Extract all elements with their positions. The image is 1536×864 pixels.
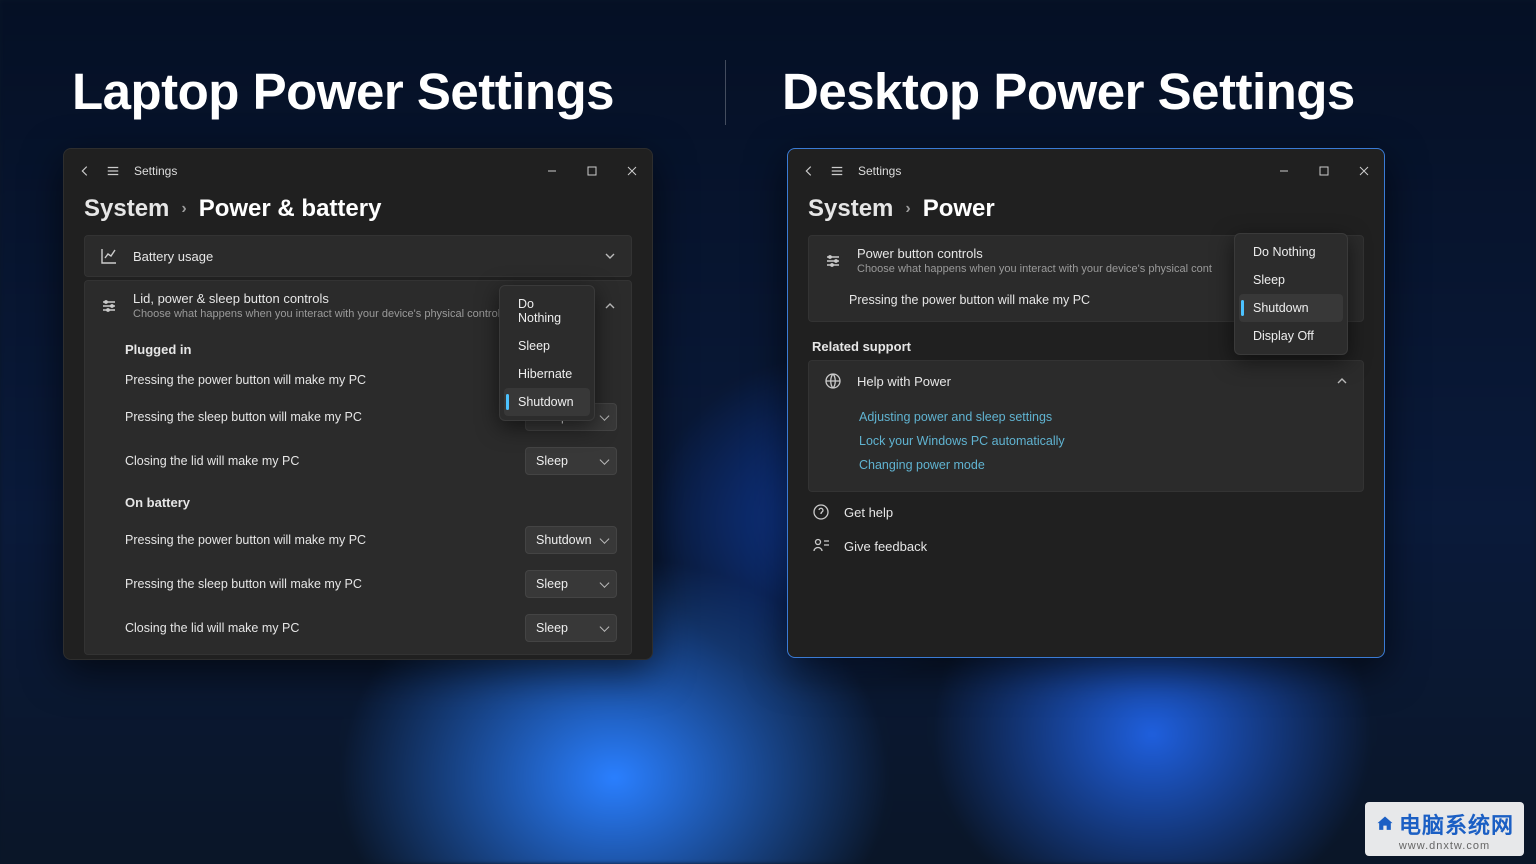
sliders-icon	[99, 296, 119, 316]
titlebar: Settings	[64, 149, 652, 193]
window-title: Settings	[134, 164, 177, 178]
dropdown-option-hibernate[interactable]: Hibernate	[504, 360, 590, 388]
dropdown-option-sleep[interactable]: Sleep	[504, 332, 590, 360]
dropdown-option-shutdown[interactable]: Shutdown	[1239, 294, 1343, 322]
select-battery-sleep[interactable]: Sleep	[525, 570, 617, 598]
help-links: Adjusting power and sleep settings Lock …	[809, 401, 1363, 491]
related-support-label: Related support	[84, 658, 632, 660]
feedback-icon	[812, 537, 830, 555]
row-battery-sleep-button: Pressing the sleep button will make my P…	[85, 562, 631, 606]
close-button[interactable]	[612, 156, 652, 186]
battery-usage-card[interactable]: Battery usage	[84, 235, 632, 277]
chevron-right-icon: ›	[905, 200, 910, 218]
dropdown-option-sleep[interactable]: Sleep	[1239, 266, 1343, 294]
power-action-dropdown[interactable]: Do Nothing Sleep Shutdown Display Off	[1234, 233, 1348, 355]
breadcrumb-parent[interactable]: System	[84, 195, 169, 223]
dropdown-option-display-off[interactable]: Display Off	[1239, 322, 1343, 350]
give-feedback-link[interactable]: Give feedback	[808, 529, 1364, 563]
help-icon	[812, 503, 830, 521]
minimize-button[interactable]	[1264, 156, 1304, 186]
chevron-right-icon: ›	[181, 200, 186, 218]
select-battery-lid[interactable]: Sleep	[525, 614, 617, 642]
dropdown-option-do-nothing[interactable]: Do Nothing	[1239, 238, 1343, 266]
menu-button[interactable]	[826, 160, 848, 182]
lid-power-sleep-controls-card[interactable]: Lid, power & sleep button controls Choos…	[84, 280, 632, 655]
breadcrumb: System › Power	[788, 193, 1384, 235]
watermark: 电脑系统网 www.dnxtw.com	[1365, 802, 1524, 856]
power-action-dropdown[interactable]: Do Nothing Sleep Hibernate Shutdown	[499, 285, 595, 421]
back-button[interactable]	[74, 160, 96, 182]
dropdown-option-do-nothing[interactable]: Do Nothing	[504, 290, 590, 332]
minimize-button[interactable]	[532, 156, 572, 186]
back-button[interactable]	[798, 160, 820, 182]
chart-icon	[99, 246, 119, 266]
select-battery-power[interactable]: Shutdown	[525, 526, 617, 554]
maximize-button[interactable]	[572, 156, 612, 186]
globe-icon	[823, 371, 843, 391]
window-title: Settings	[858, 164, 901, 178]
sliders-icon	[823, 251, 843, 271]
breadcrumb: System › Power & battery	[64, 193, 652, 235]
headline-laptop: Laptop Power Settings	[72, 62, 614, 121]
breadcrumb-current: Power & battery	[199, 195, 382, 223]
settings-window-desktop: Settings System › Power Power button con…	[787, 148, 1385, 658]
help-link-adjusting[interactable]: Adjusting power and sleep settings	[859, 405, 1349, 429]
house-icon	[1375, 814, 1395, 834]
menu-button[interactable]	[102, 160, 124, 182]
row-battery-power-button: Pressing the power button will make my P…	[85, 518, 631, 562]
maximize-button[interactable]	[1304, 156, 1344, 186]
select-plugged-lid[interactable]: Sleep	[525, 447, 617, 475]
chevron-down-icon	[603, 249, 617, 263]
chevron-up-icon	[603, 299, 617, 313]
help-with-power-card[interactable]: Help with Power Adjusting power and slee…	[808, 360, 1364, 492]
chevron-up-icon	[1335, 374, 1349, 388]
breadcrumb-parent[interactable]: System	[808, 195, 893, 223]
get-help-link[interactable]: Get help	[808, 495, 1364, 529]
close-button[interactable]	[1344, 156, 1384, 186]
row-plugged-close-lid: Closing the lid will make my PC Sleep	[85, 439, 631, 483]
breadcrumb-current: Power	[923, 195, 995, 223]
section-on-battery: On battery	[85, 483, 631, 518]
help-link-power-mode[interactable]: Changing power mode	[859, 453, 1349, 477]
headline-desktop: Desktop Power Settings	[782, 62, 1355, 121]
headline-divider	[725, 60, 726, 125]
dropdown-option-shutdown[interactable]: Shutdown	[504, 388, 590, 416]
row-battery-close-lid: Closing the lid will make my PC Sleep	[85, 606, 631, 654]
titlebar: Settings	[788, 149, 1384, 193]
settings-window-laptop: Settings System › Power & battery Batter…	[63, 148, 653, 660]
help-link-lock[interactable]: Lock your Windows PC automatically	[859, 429, 1349, 453]
